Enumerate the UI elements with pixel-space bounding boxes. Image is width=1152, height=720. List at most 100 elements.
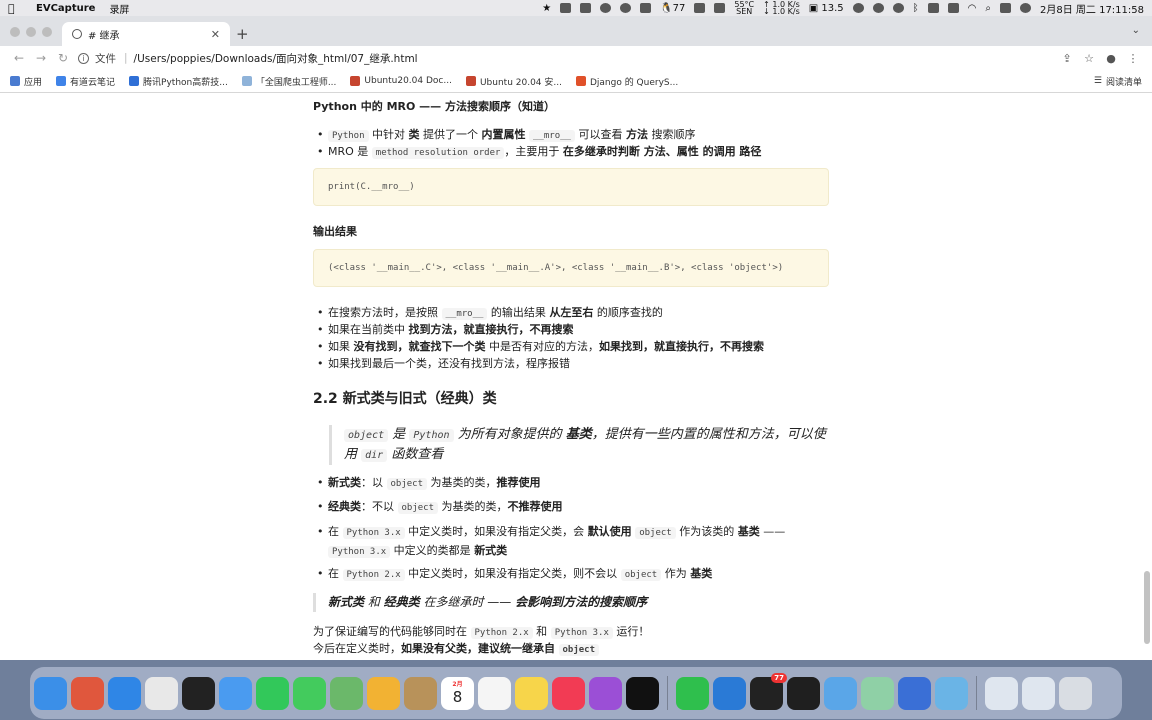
star-icon[interactable]: ★ <box>542 3 551 14</box>
reading-list-icon: ☰ <box>1093 76 1102 86</box>
app-status-icon[interactable] <box>560 3 572 13</box>
wifi-icon[interactable]: ◠ <box>968 3 977 14</box>
reload-button[interactable]: ↻ <box>52 51 74 65</box>
preview-icon[interactable] <box>985 676 1018 710</box>
youdao-icon <box>56 76 67 86</box>
bookmarks-bar: 应用 有道云笔记 腾讯Python高薪技... 「全国爬虫工程师... Ubun… <box>0 70 1152 93</box>
chrome-icon[interactable] <box>145 676 178 710</box>
safari-icon[interactable] <box>108 676 141 710</box>
reading-list[interactable]: ☰ 阅读清单 <box>1094 75 1142 88</box>
paragraph-recommend: 今后在定义类时，如果没有父类，建议统一继承自 object <box>313 640 600 659</box>
reading-list-label: 阅读清单 <box>1105 77 1142 88</box>
photos-icon[interactable] <box>367 676 400 710</box>
tab-strip: # 继承 ✕ + ⌄ <box>0 16 1152 46</box>
info-icon[interactable]: i <box>78 52 89 64</box>
net-monitor[interactable]: ↑ 1.0 K/s ↓ 1.0 K/s <box>763 1 800 16</box>
apple-icon[interactable]:  <box>8 2 22 15</box>
page-viewport[interactable]: Python 中的 MRO —— 方法搜索顺序（知道） Python 中针对 类… <box>0 93 1152 660</box>
mail-icon[interactable] <box>219 676 252 710</box>
bookmark-django[interactable]: Django 的 QueryS... <box>575 75 678 88</box>
status-area: ★ 🐧77 55°C SEN ↑ 1.0 K/s ↓ 1.0 K/s ▣ 13.5 … <box>542 1 1144 16</box>
tab-active[interactable]: # 继承 ✕ <box>62 22 230 46</box>
app-status-icon-7[interactable] <box>927 3 939 13</box>
list-item: 在 Python 2.x 中定义类时，如果没有指定父类，则不会以 object … <box>313 565 785 589</box>
list-item: Python 中针对 类 提供了一个 内置属性 __mro__ 可以查看 方法 … <box>313 126 761 143</box>
notes-icon[interactable] <box>515 676 548 710</box>
reminders-icon[interactable] <box>478 676 511 710</box>
share-icon[interactable]: ⇪ <box>1056 52 1078 65</box>
new-tab-button[interactable]: + <box>236 25 249 43</box>
qq-icon[interactable]: 77 <box>750 672 787 710</box>
list-item: 经典类：不以 object 为基类的类，不推荐使用 <box>313 498 785 523</box>
appletv-icon[interactable] <box>626 676 659 710</box>
bookmark-youdao[interactable]: 有道云笔记 <box>56 75 115 88</box>
app-icon-4[interactable] <box>935 676 968 710</box>
maximize-window-button[interactable] <box>42 27 52 37</box>
close-window-button[interactable] <box>10 27 20 37</box>
wechat-status-icon[interactable] <box>694 3 706 13</box>
back-button[interactable]: ← <box>8 51 30 65</box>
battery-icon[interactable] <box>947 3 959 13</box>
bluetooth-icon[interactable]: ᛒ <box>913 3 919 14</box>
window-controls <box>10 27 52 37</box>
app-icon-3[interactable] <box>898 676 931 710</box>
launchpad-icon[interactable] <box>71 676 104 710</box>
vscode-icon[interactable] <box>713 676 746 710</box>
bookmark-tencent-python[interactable]: 腾讯Python高薪技... <box>129 75 228 88</box>
app-status-icon-6[interactable] <box>852 3 864 13</box>
app-icon-2[interactable] <box>861 676 894 710</box>
temp-monitor[interactable]: 55°C SEN <box>734 1 754 16</box>
facetime-icon[interactable] <box>256 676 289 710</box>
memory-monitor[interactable]: ▣ 13.5 <box>809 3 844 14</box>
preview-icon-2[interactable] <box>1022 676 1055 710</box>
bookmark-ubuntu-doc[interactable]: Ubuntu20.04 Doc... <box>350 76 452 86</box>
timer-icon[interactable] <box>892 3 904 13</box>
app-status-icon-3[interactable] <box>620 3 632 13</box>
control-center-icon[interactable] <box>1000 3 1011 13</box>
calendar-icon[interactable]: 2月 8 <box>441 676 474 710</box>
close-tab-icon[interactable]: ✕ <box>211 28 220 41</box>
app-status-icon-5[interactable] <box>714 3 726 13</box>
app-status-icon-2[interactable] <box>580 3 592 13</box>
menu-kebab-icon[interactable]: ⋮ <box>1122 52 1144 65</box>
tab-search-icon[interactable]: ⌄ <box>1132 25 1140 36</box>
forward-button[interactable]: → <box>30 51 52 65</box>
qq-status[interactable]: 🐧77 <box>660 3 685 14</box>
play-icon[interactable] <box>872 3 884 13</box>
menu-record[interactable]: 录屏 <box>109 1 129 16</box>
list-item: MRO 是 method resolution order，主要用于 在多继承时… <box>313 143 761 160</box>
app-icon-1[interactable] <box>824 676 857 710</box>
terminal-icon[interactable] <box>182 676 215 710</box>
scrollbar-thumb[interactable] <box>1144 571 1150 644</box>
menu-app-name[interactable]: EVCapture <box>36 3 95 14</box>
clock[interactable]: 2月8日 周二 17:11:58 <box>1040 1 1144 16</box>
bookmark-ubuntu-install[interactable]: Ubuntu 20.04 安... <box>465 75 562 88</box>
music-icon[interactable] <box>552 676 585 710</box>
code-block-print[interactable]: print(C.__mro__) <box>313 168 829 206</box>
bookmark-crawler[interactable]: 「全国爬虫工程师... <box>241 75 336 88</box>
minimize-window-button[interactable] <box>26 27 36 37</box>
search-icon[interactable]: ⌕ <box>985 3 991 14</box>
app-status-icon-4[interactable] <box>640 3 652 13</box>
apps-grid-icon <box>10 76 20 86</box>
address-bar[interactable]: i 文件 | /Users/poppies/Downloads/面向对象_htm… <box>78 48 1048 68</box>
bookmark-star-icon[interactable]: ☆ <box>1078 52 1100 65</box>
mro-list: Python 中针对 类 提供了一个 内置属性 __mro__ 可以查看 方法 … <box>313 126 761 160</box>
section-heading: 2.2 新式类与旧式（经典）类 <box>313 391 497 407</box>
messages-icon[interactable] <box>293 676 326 710</box>
maps-icon[interactable] <box>330 676 363 710</box>
code-block-output[interactable]: (<class '__main__.C'>, <class '__main__.… <box>313 249 829 287</box>
dock-divider <box>667 676 668 710</box>
profile-icon[interactable]: ● <box>1100 52 1122 65</box>
qq-badge: 77 <box>771 672 787 683</box>
pycharm-icon[interactable] <box>787 676 820 710</box>
sync-icon[interactable] <box>600 3 612 13</box>
keychain-icon[interactable] <box>404 676 437 710</box>
siri-icon[interactable] <box>1020 3 1031 13</box>
finder-icon[interactable] <box>34 676 67 710</box>
bookmark-apps[interactable]: 应用 <box>10 75 42 88</box>
calendar-day: 8 <box>452 688 463 706</box>
podcasts-icon[interactable] <box>589 676 622 710</box>
wechat-icon[interactable] <box>676 676 709 710</box>
trash-icon[interactable] <box>1059 676 1092 710</box>
